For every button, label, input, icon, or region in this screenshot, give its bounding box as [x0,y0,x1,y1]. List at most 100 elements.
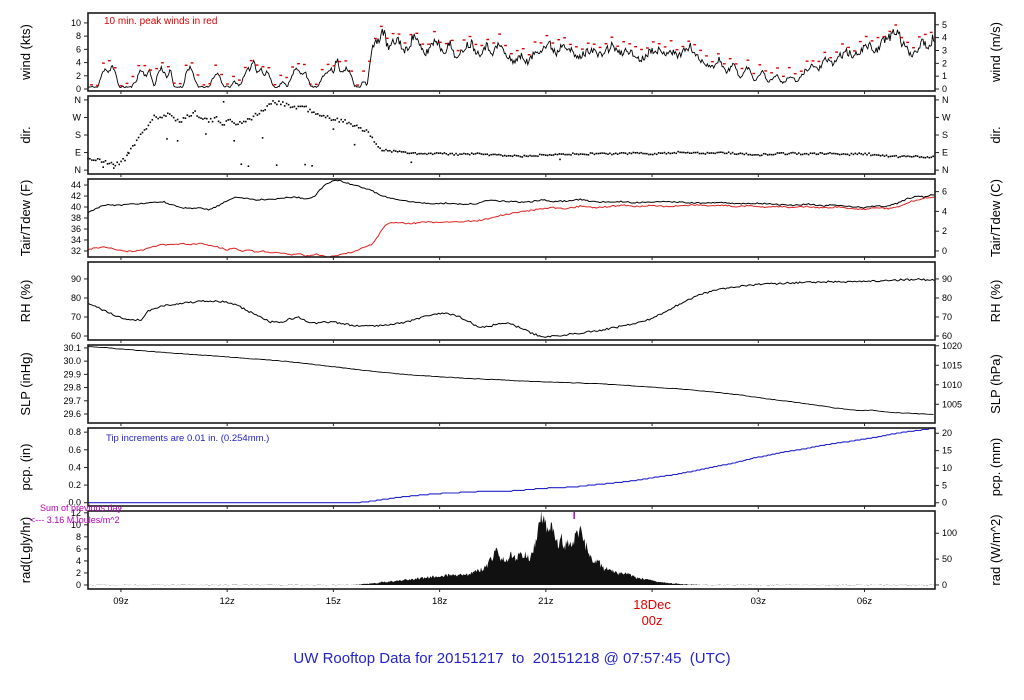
svg-text:5: 5 [942,20,947,30]
svg-text:0: 0 [942,498,947,508]
svg-text:1020: 1020 [942,341,962,351]
panel-temp: 32343638404244 0 2 4 6 Tair/Tdew (F) Tair/Tdew… [18,178,1003,260]
panel-frame-temp [87,178,936,258]
svg-text:2: 2 [942,58,947,68]
svg-text:0: 0 [76,84,81,94]
svg-text:03z: 03z [751,596,767,607]
svg-text:S: S [75,130,81,140]
svg-text:44: 44 [71,180,81,190]
panel-wind: 0 2 4 6 8 10 0 1 2 3 4 5 wind (kts) wind (m/s) 10 min.… [18,12,1003,94]
svg-text:4: 4 [76,58,81,68]
svg-text:09z: 09z [113,596,129,607]
svg-text:rad (W/m^2): rad (W/m^2) [988,514,1003,585]
svg-text:6: 6 [942,187,947,197]
svg-text:30.1: 30.1 [63,343,81,353]
series-wind-speed [88,28,935,89]
panel-dir: NESWNNESWNdir. dir. [18,95,1003,177]
svg-text:N: N [942,95,949,105]
svg-text:8: 8 [76,532,81,542]
svg-text:29.8: 29.8 [63,383,81,393]
svg-text:6: 6 [76,44,81,54]
weather-multipanel-figure: 0 2 4 6 8 10 0 1 2 3 4 5 wind (kts) wind (m/s) 10 min.… [0,0,1024,700]
svg-text:42: 42 [71,191,81,201]
svg-text:0: 0 [942,84,947,94]
svg-text:0: 0 [76,580,81,590]
panel-rh: 60 70 80 90 60 70 80 90 RH (%) RH (%) [18,261,1003,343]
svg-text:N: N [942,165,949,175]
series-tdew [87,196,935,258]
panel-pcp: 0.00.20.40.60.805101520pcp. (in) pcp. (mm… [18,427,1003,509]
svg-text:W: W [942,112,951,122]
series-rh [87,277,935,338]
panel-slp: 29.6 29.7 29.8 29.9 30.0 30.1 1005 1010 1015 1020… [18,341,1003,426]
svg-text:2: 2 [76,71,81,81]
svg-text:29.9: 29.9 [63,369,81,379]
svg-text:Tip increments are 0.01 in. (0: Tip increments are 0.01 in. (0.254mm.) [106,433,269,444]
svg-text:20: 20 [942,428,952,438]
svg-text:SLP (hPa): SLP (hPa) [988,354,1003,414]
panel-frame-slp [87,344,936,424]
svg-text:30.0: 30.0 [63,356,81,366]
svg-text:80: 80 [942,293,952,303]
svg-text:60: 60 [71,331,81,341]
svg-text:dir.: dir. [988,126,1003,143]
svg-text:0.4: 0.4 [68,462,81,472]
figure-title: UW Rooftop Data for 20151217 to 20151218… [293,650,731,667]
svg-text:34: 34 [71,235,81,245]
svg-text:2: 2 [76,568,81,578]
svg-text:E: E [75,148,81,158]
svg-text:1: 1 [942,71,947,81]
svg-text:70: 70 [71,312,81,322]
svg-text:5: 5 [942,480,947,490]
svg-text:Sum of previous day: Sum of previous day [40,503,123,513]
svg-text:1015: 1015 [942,360,962,370]
svg-text:S: S [942,130,948,140]
svg-text:RH (%): RH (%) [988,280,1003,323]
svg-text:W: W [73,112,82,122]
svg-text:0: 0 [942,246,947,256]
svg-text:15z: 15z [326,596,342,607]
svg-text:RH (%): RH (%) [18,280,33,323]
series-solar-radiation [88,511,935,586]
svg-text:rad(Lgly/hr): rad(Lgly/hr) [18,517,33,583]
svg-text:Tair/Tdew (F): Tair/Tdew (F) [18,180,33,257]
series-slp [87,346,934,415]
series-tair [87,179,935,214]
series-wind-direction [87,100,934,169]
svg-text:wind (kts): wind (kts) [18,24,33,81]
svg-text:dir.: dir. [18,126,33,143]
svg-text:40: 40 [71,202,81,212]
svg-text:0.8: 0.8 [68,427,81,437]
svg-text:10: 10 [71,18,81,28]
svg-text:00z: 00z [642,613,663,628]
svg-text:2: 2 [942,226,947,236]
svg-text:18z: 18z [432,596,448,607]
panel-frame-dir [87,95,936,175]
svg-text:4: 4 [942,33,947,43]
svg-text:pcp. (in): pcp. (in) [18,444,33,491]
svg-text:21z: 21z [538,596,554,607]
x-axis-labels: 09z 12z 15z 18z 21z 18Dec00z 03z 06z [113,596,872,628]
svg-text:0.2: 0.2 [68,480,81,490]
svg-text:1010: 1010 [942,380,962,390]
svg-text:38: 38 [71,213,81,223]
svg-text:wind (m/s): wind (m/s) [988,22,1003,83]
svg-text:Tair/Tdew (C): Tair/Tdew (C) [988,179,1003,257]
svg-text:50: 50 [942,554,952,564]
svg-text:15: 15 [942,446,952,456]
svg-text:90: 90 [942,274,952,284]
svg-text:N: N [75,165,82,175]
svg-text:4: 4 [942,206,947,216]
chart-canvas: 0246810012345wind (kts) wind (m/s)10 min.… [18,12,1003,628]
svg-text:1005: 1005 [942,399,962,409]
svg-text:32: 32 [71,246,81,256]
svg-text:E: E [942,148,948,158]
svg-text:18Dec: 18Dec [633,597,671,612]
svg-text:29.7: 29.7 [63,396,81,406]
svg-text:90: 90 [71,274,81,284]
svg-text:0: 0 [942,580,947,590]
svg-text:60: 60 [942,331,952,341]
svg-text:80: 80 [71,293,81,303]
svg-text:3: 3 [942,45,947,55]
svg-text:SLP (inHg): SLP (inHg) [18,352,33,415]
